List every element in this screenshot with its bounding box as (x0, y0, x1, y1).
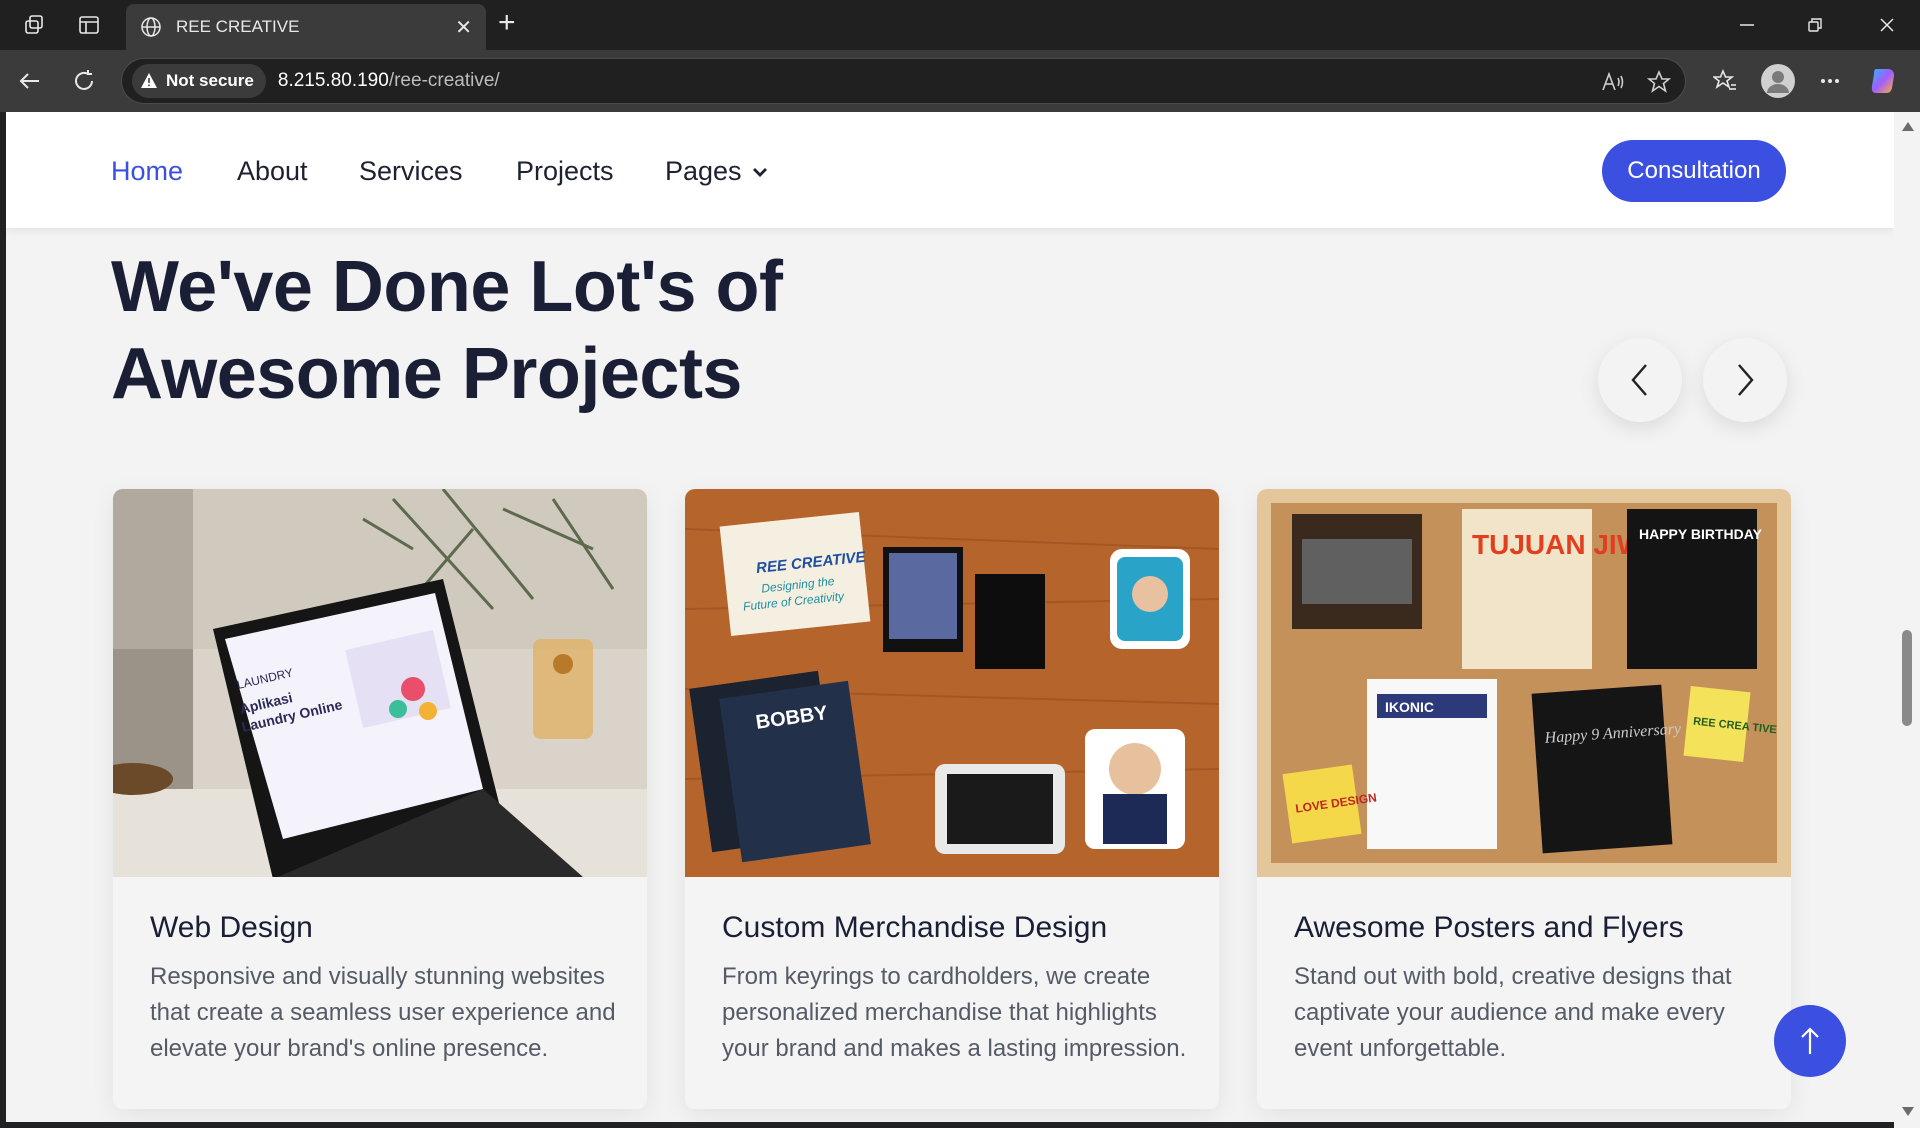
close-window-icon[interactable] (1872, 12, 1902, 38)
web-design-image: LAUNDRY Aplikasi Laundry Online (113, 489, 647, 877)
card-description: Responsive and visually stunning website… (150, 963, 616, 1062)
carousel-prev-button[interactable] (1598, 338, 1682, 422)
security-label: Not secure (166, 71, 254, 90)
minimize-icon[interactable] (1732, 12, 1762, 38)
arrow-up-icon (1801, 1027, 1819, 1054)
back-icon[interactable] (15, 66, 45, 96)
window-bottom-edge (0, 1122, 1894, 1128)
profile-avatar[interactable] (1760, 63, 1796, 99)
chevron-left-icon (1631, 364, 1647, 396)
warning-icon (141, 73, 157, 88)
consultation-button[interactable]: Consultation (1602, 140, 1786, 202)
reload-icon[interactable] (69, 66, 99, 96)
security-indicator[interactable]: Not secure (132, 64, 266, 98)
nav-pages-dropdown[interactable]: Pages (665, 156, 768, 187)
more-menu-icon[interactable] (1815, 66, 1845, 96)
posters-image: TUJUAN JIWA HAPPY BIRTHDAY IKONIC Happy … (1257, 489, 1791, 877)
carousel-next-button[interactable] (1703, 338, 1787, 422)
copilot-icon[interactable] (1868, 66, 1898, 96)
restore-icon[interactable] (1800, 12, 1830, 38)
favorites-icon[interactable] (1710, 66, 1740, 96)
back-to-top-button[interactable] (1774, 1005, 1846, 1077)
read-aloud-icon[interactable] (1600, 69, 1626, 95)
tab-actions-icon[interactable] (74, 10, 104, 40)
scrollbar-thumb[interactable] (1902, 630, 1912, 726)
workspaces-icon[interactable] (20, 10, 50, 40)
nav-pages-label: Pages (665, 156, 742, 186)
card-title: Custom Merchandise Design (722, 911, 1108, 944)
merchandise-image: REE CREATIVE Designing the Future of Cre… (685, 489, 1219, 877)
active-tab[interactable]: REE CREATIVE ✕ (126, 4, 486, 50)
scroll-up-arrow[interactable] (1902, 122, 1914, 131)
headline-line-1: We've Done Lot's of (111, 247, 783, 327)
card-title: Web Design (150, 911, 313, 944)
project-card[interactable]: TUJUAN JIWA HAPPY BIRTHDAY IKONIC Happy … (1257, 489, 1791, 1109)
nav-home[interactable]: Home (111, 156, 183, 187)
nav-services[interactable]: Services (359, 156, 463, 187)
section-headline: We've Done Lot's of Awesome Projects (111, 244, 1011, 418)
globe-icon (141, 17, 161, 37)
card-description: Stand out with bold, creative designs th… (1294, 963, 1732, 1062)
tab-title: REE CREATIVE (176, 17, 300, 36)
new-tab-button[interactable]: + (498, 8, 516, 38)
card-description: From keyrings to cardholders, we create … (722, 963, 1187, 1062)
vertical-scrollbar[interactable] (1894, 112, 1920, 1128)
add-favorite-icon[interactable] (1646, 69, 1672, 95)
address-bar[interactable]: Not secure 8.215.80.190/ree-creative/ (121, 58, 1686, 104)
url-text[interactable]: 8.215.80.190/ree-creative/ (278, 70, 500, 92)
page-viewport: Home About Services Projects Pages Consu… (6, 112, 1894, 1122)
svg-text:IKONIC: IKONIC (1385, 699, 1434, 715)
site-navbar: Home About Services Projects Pages Consu… (6, 112, 1894, 228)
headline-line-2: Awesome Projects (111, 334, 742, 414)
chevron-right-icon (1738, 364, 1754, 396)
project-card[interactable]: LAUNDRY Aplikasi Laundry Online Web Desi… (113, 489, 647, 1109)
browser-tab-bar: REE CREATIVE ✕ + (0, 0, 1920, 50)
close-tab-icon[interactable]: ✕ (455, 15, 472, 40)
project-card[interactable]: REE CREATIVE Designing the Future of Cre… (685, 489, 1219, 1109)
scroll-down-arrow[interactable] (1902, 1107, 1914, 1116)
nav-about[interactable]: About (237, 156, 308, 187)
card-title: Awesome Posters and Flyers (1294, 911, 1684, 944)
nav-projects[interactable]: Projects (516, 156, 614, 187)
chevron-down-icon (752, 167, 767, 177)
happy-birthday-poster: HAPPY BIRTHDAY (1639, 526, 1763, 542)
